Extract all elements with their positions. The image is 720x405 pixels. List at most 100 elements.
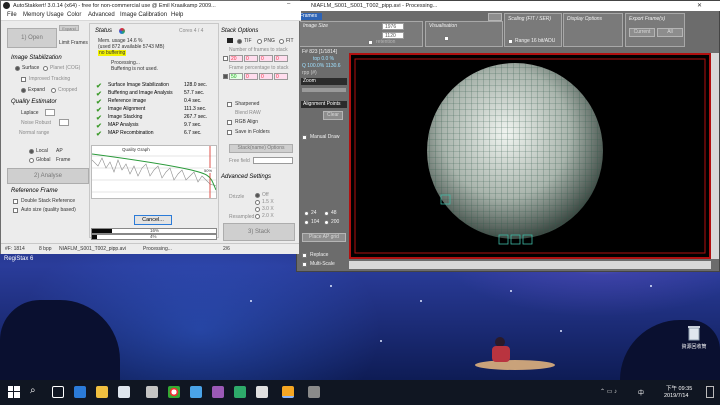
height-field[interactable]: 1120: [382, 32, 404, 39]
range-checkbox[interactable]: [508, 39, 513, 44]
menu-color[interactable]: Color: [67, 12, 81, 18]
quality-graph: Quality Graph 50%: [91, 145, 217, 199]
planet-radio[interactable]: [43, 66, 48, 71]
num-frames-checkbox[interactable]: [223, 56, 228, 61]
surface-radio[interactable]: [15, 66, 20, 71]
chrome-icon[interactable]: [168, 386, 180, 398]
free-field-input[interactable]: [253, 157, 293, 164]
save-folders-checkbox[interactable]: [227, 130, 232, 135]
menu-image-calibration[interactable]: Image Calibration: [120, 12, 167, 18]
step-name: Surface Image Stabilization: [108, 82, 169, 88]
file-label: NIAFLM_S001_T002_pipp.avi: [59, 246, 126, 252]
multi-scale-checkbox[interactable]: [302, 262, 307, 267]
ap-104-radio[interactable]: [304, 220, 309, 225]
fit-radio[interactable]: [279, 39, 284, 44]
ime-label[interactable]: 中: [638, 388, 644, 397]
frame-pct-label: Frame percentage to stack: [229, 65, 289, 71]
sharpened-checkbox[interactable]: [227, 102, 232, 107]
registax-shortcut[interactable]: RegiStax 6: [4, 256, 33, 262]
auto-size-checkbox[interactable]: [13, 208, 18, 213]
ap-label: AP: [56, 148, 63, 154]
frame-pct-field-3[interactable]: 0: [259, 73, 273, 80]
app-icon[interactable]: [190, 386, 202, 398]
retention-checkbox[interactable]: [368, 40, 373, 45]
pipp-taskbar-icon[interactable]: [308, 386, 320, 398]
ap-24-label: 24: [311, 210, 317, 216]
ap-200-radio[interactable]: [324, 220, 329, 225]
clock-date[interactable]: 2019/7/14: [664, 393, 688, 399]
ap-48-radio[interactable]: [324, 211, 329, 216]
viewer-scrollbar-horizontal[interactable]: [349, 261, 711, 269]
stack-button[interactable]: 3) Stack: [223, 223, 295, 241]
image-viewer[interactable]: [349, 53, 711, 259]
close-icon[interactable]: ✕: [697, 2, 702, 9]
improved-tracking-checkbox[interactable]: [21, 77, 26, 82]
explorer-icon[interactable]: [96, 386, 108, 398]
open-button[interactable]: 1) Open: [7, 28, 57, 48]
num-frames-field-1[interactable]: 20: [229, 55, 243, 62]
cropped-radio[interactable]: [51, 88, 56, 93]
x15-radio[interactable]: [255, 200, 260, 205]
task-view-icon[interactable]: [52, 386, 64, 398]
app-icon[interactable]: [234, 386, 246, 398]
laplace-field[interactable]: [45, 109, 55, 116]
app-icon[interactable]: [146, 386, 158, 398]
frames-tab[interactable]: Frames: [298, 13, 322, 20]
export-current-button[interactable]: Current: [629, 28, 655, 37]
png-radio[interactable]: [257, 39, 262, 44]
notification-icon[interactable]: [706, 386, 714, 398]
analyse-button[interactable]: 2) Analyse: [7, 168, 89, 184]
ap-24-radio[interactable]: [304, 211, 309, 216]
visualisation-button[interactable]: [488, 13, 502, 21]
noise-robust-field[interactable]: [59, 119, 69, 126]
x30-radio[interactable]: [255, 207, 260, 212]
clock-time[interactable]: 下午 09:35: [666, 384, 692, 392]
width-field[interactable]: 1976: [382, 23, 404, 30]
recycle-bin[interactable]: 資源回收筒: [676, 325, 712, 359]
tray-icons[interactable]: ⌃ ▭ ♪: [600, 388, 617, 395]
expand-button[interactable]: Expand: [59, 25, 79, 31]
num-frames-field-4[interactable]: 0: [274, 55, 288, 62]
visualisation-checkbox[interactable]: [444, 36, 449, 41]
global-radio[interactable]: [29, 158, 34, 163]
x20-radio[interactable]: [255, 214, 260, 219]
start-icon[interactable]: [8, 386, 20, 398]
rgb-align-checkbox[interactable]: [227, 120, 232, 125]
manual-draw-checkbox[interactable]: [302, 135, 307, 140]
frame-pct-field-2[interactable]: 0: [244, 73, 258, 80]
window-title: AutoStakkert! 3.0.14 (x64) - free for no…: [13, 3, 216, 9]
double-stack-label: Double Stack Reference: [21, 198, 76, 204]
export-all-button[interactable]: All: [657, 28, 683, 37]
star: [420, 300, 422, 302]
menu-advanced[interactable]: Advanced: [88, 12, 115, 18]
replace-checkbox[interactable]: [302, 253, 307, 258]
menu-memory-usage[interactable]: Memory Usage: [23, 12, 64, 18]
frame-pct-checkbox[interactable]: [223, 74, 228, 79]
local-radio[interactable]: [29, 149, 34, 154]
edge-icon[interactable]: [74, 386, 86, 398]
store-icon[interactable]: [118, 386, 130, 398]
rgb-align-label: RGB Align: [235, 119, 259, 125]
stack-name-options-button[interactable]: Stack(name) Options: [229, 144, 293, 153]
menu-help[interactable]: Help: [171, 12, 183, 18]
display-options-label: Display Options: [567, 16, 603, 22]
menu-file[interactable]: File: [7, 12, 17, 18]
viewer-scrollbar-vertical[interactable]: [711, 53, 719, 259]
frame-pct-field-4[interactable]: 0: [274, 73, 288, 80]
clear-button[interactable]: Clear: [323, 111, 343, 120]
expand-radio[interactable]: [21, 88, 26, 93]
search-icon[interactable]: ⌕: [30, 385, 36, 396]
num-frames-field-2[interactable]: 0: [244, 55, 258, 62]
frame-pct-field-1[interactable]: 50: [229, 73, 243, 80]
zoom-slider[interactable]: [302, 88, 346, 92]
app-icon[interactable]: [256, 386, 268, 398]
tif-radio[interactable]: [237, 39, 242, 44]
app-icon[interactable]: [212, 386, 224, 398]
place-ap-grid-button[interactable]: Place AP grid: [302, 233, 346, 242]
off-radio[interactable]: [255, 193, 260, 198]
num-frames-field-3[interactable]: 0: [259, 55, 273, 62]
double-stack-checkbox[interactable]: [13, 199, 18, 204]
autostakkert-taskbar-icon[interactable]: [282, 386, 294, 398]
cancel-button[interactable]: Cancel...: [134, 215, 172, 225]
minimize-icon[interactable]: –: [287, 1, 290, 7]
